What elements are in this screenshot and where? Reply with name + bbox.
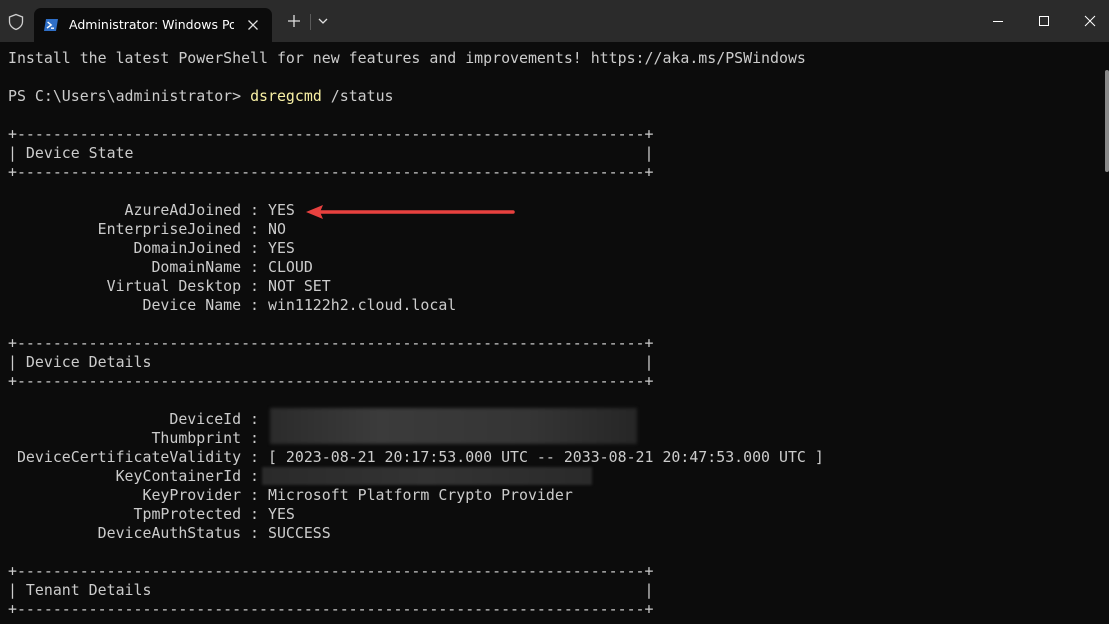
terminal-window: Administrator: Windows PowerShell (0, 0, 1109, 624)
terminal-output[interactable]: Install the latest PowerShell for new fe… (0, 42, 1101, 624)
annotation-arrow-icon (306, 205, 515, 219)
field-line: Device Name : win1122h2.cloud.local (8, 296, 457, 314)
command: dsregcmd (250, 87, 322, 105)
prompt: PS C:\Users\administrator> (8, 87, 251, 105)
section-border: +---------------------------------------… (8, 125, 654, 143)
section-header-device-state: | Device State | (8, 144, 654, 162)
minimize-icon (993, 21, 1003, 22)
field-line: Thumbprint : (8, 429, 260, 447)
field-line: Virtual Desktop : NOT SET (8, 277, 331, 295)
field-line: KeyContainerId : (8, 467, 260, 485)
powershell-icon (44, 19, 58, 31)
close-window-button[interactable] (1067, 0, 1109, 42)
tab-separator (310, 14, 311, 30)
close-window-icon (1084, 15, 1096, 27)
field-line: TpmProtected : YES (8, 505, 295, 523)
field-line: DomainName : CLOUD (8, 258, 313, 276)
field-line: EnterpriseJoined : NO (8, 220, 286, 238)
maximize-icon (1039, 16, 1049, 26)
section-header-tenant-details: | Tenant Details | (8, 581, 654, 599)
scrollbar[interactable] (1105, 70, 1109, 172)
field-line: AzureAdJoined : YES (8, 201, 295, 219)
section-border: +---------------------------------------… (8, 600, 654, 618)
tab-powershell[interactable]: Administrator: Windows PowerShell (34, 8, 272, 42)
maximize-button[interactable] (1021, 0, 1067, 42)
chevron-down-icon[interactable] (314, 12, 332, 30)
section-border: +---------------------------------------… (8, 334, 654, 352)
redacted-value (270, 408, 637, 444)
title-bar: Administrator: Windows PowerShell (0, 0, 1109, 42)
field-line: DomainJoined : YES (8, 239, 295, 257)
section-border: +---------------------------------------… (8, 372, 654, 390)
banner-line: Install the latest PowerShell for new fe… (8, 49, 806, 67)
field-line: DeviceCertificateValidity : [ 2023-08-21… (8, 448, 824, 466)
section-border: +---------------------------------------… (8, 562, 654, 580)
field-line: KeyProvider : Microsoft Platform Crypto … (8, 486, 573, 504)
tab-title: Administrator: Windows PowerShell (69, 17, 234, 32)
field-line: DeviceAuthStatus : SUCCESS (8, 524, 331, 542)
minimize-button[interactable] (975, 0, 1021, 42)
command-args: /status (321, 87, 394, 105)
section-border: +---------------------------------------… (8, 163, 654, 181)
prompt-line: PS C:\Users\administrator> dsregcmd /sta… (8, 87, 394, 106)
field-line: DeviceId : (8, 410, 260, 428)
plus-icon[interactable] (285, 12, 303, 30)
close-icon[interactable] (245, 17, 261, 33)
shield-icon (8, 13, 24, 31)
section-header-device-details: | Device Details | (8, 353, 654, 371)
redacted-value (262, 467, 592, 485)
